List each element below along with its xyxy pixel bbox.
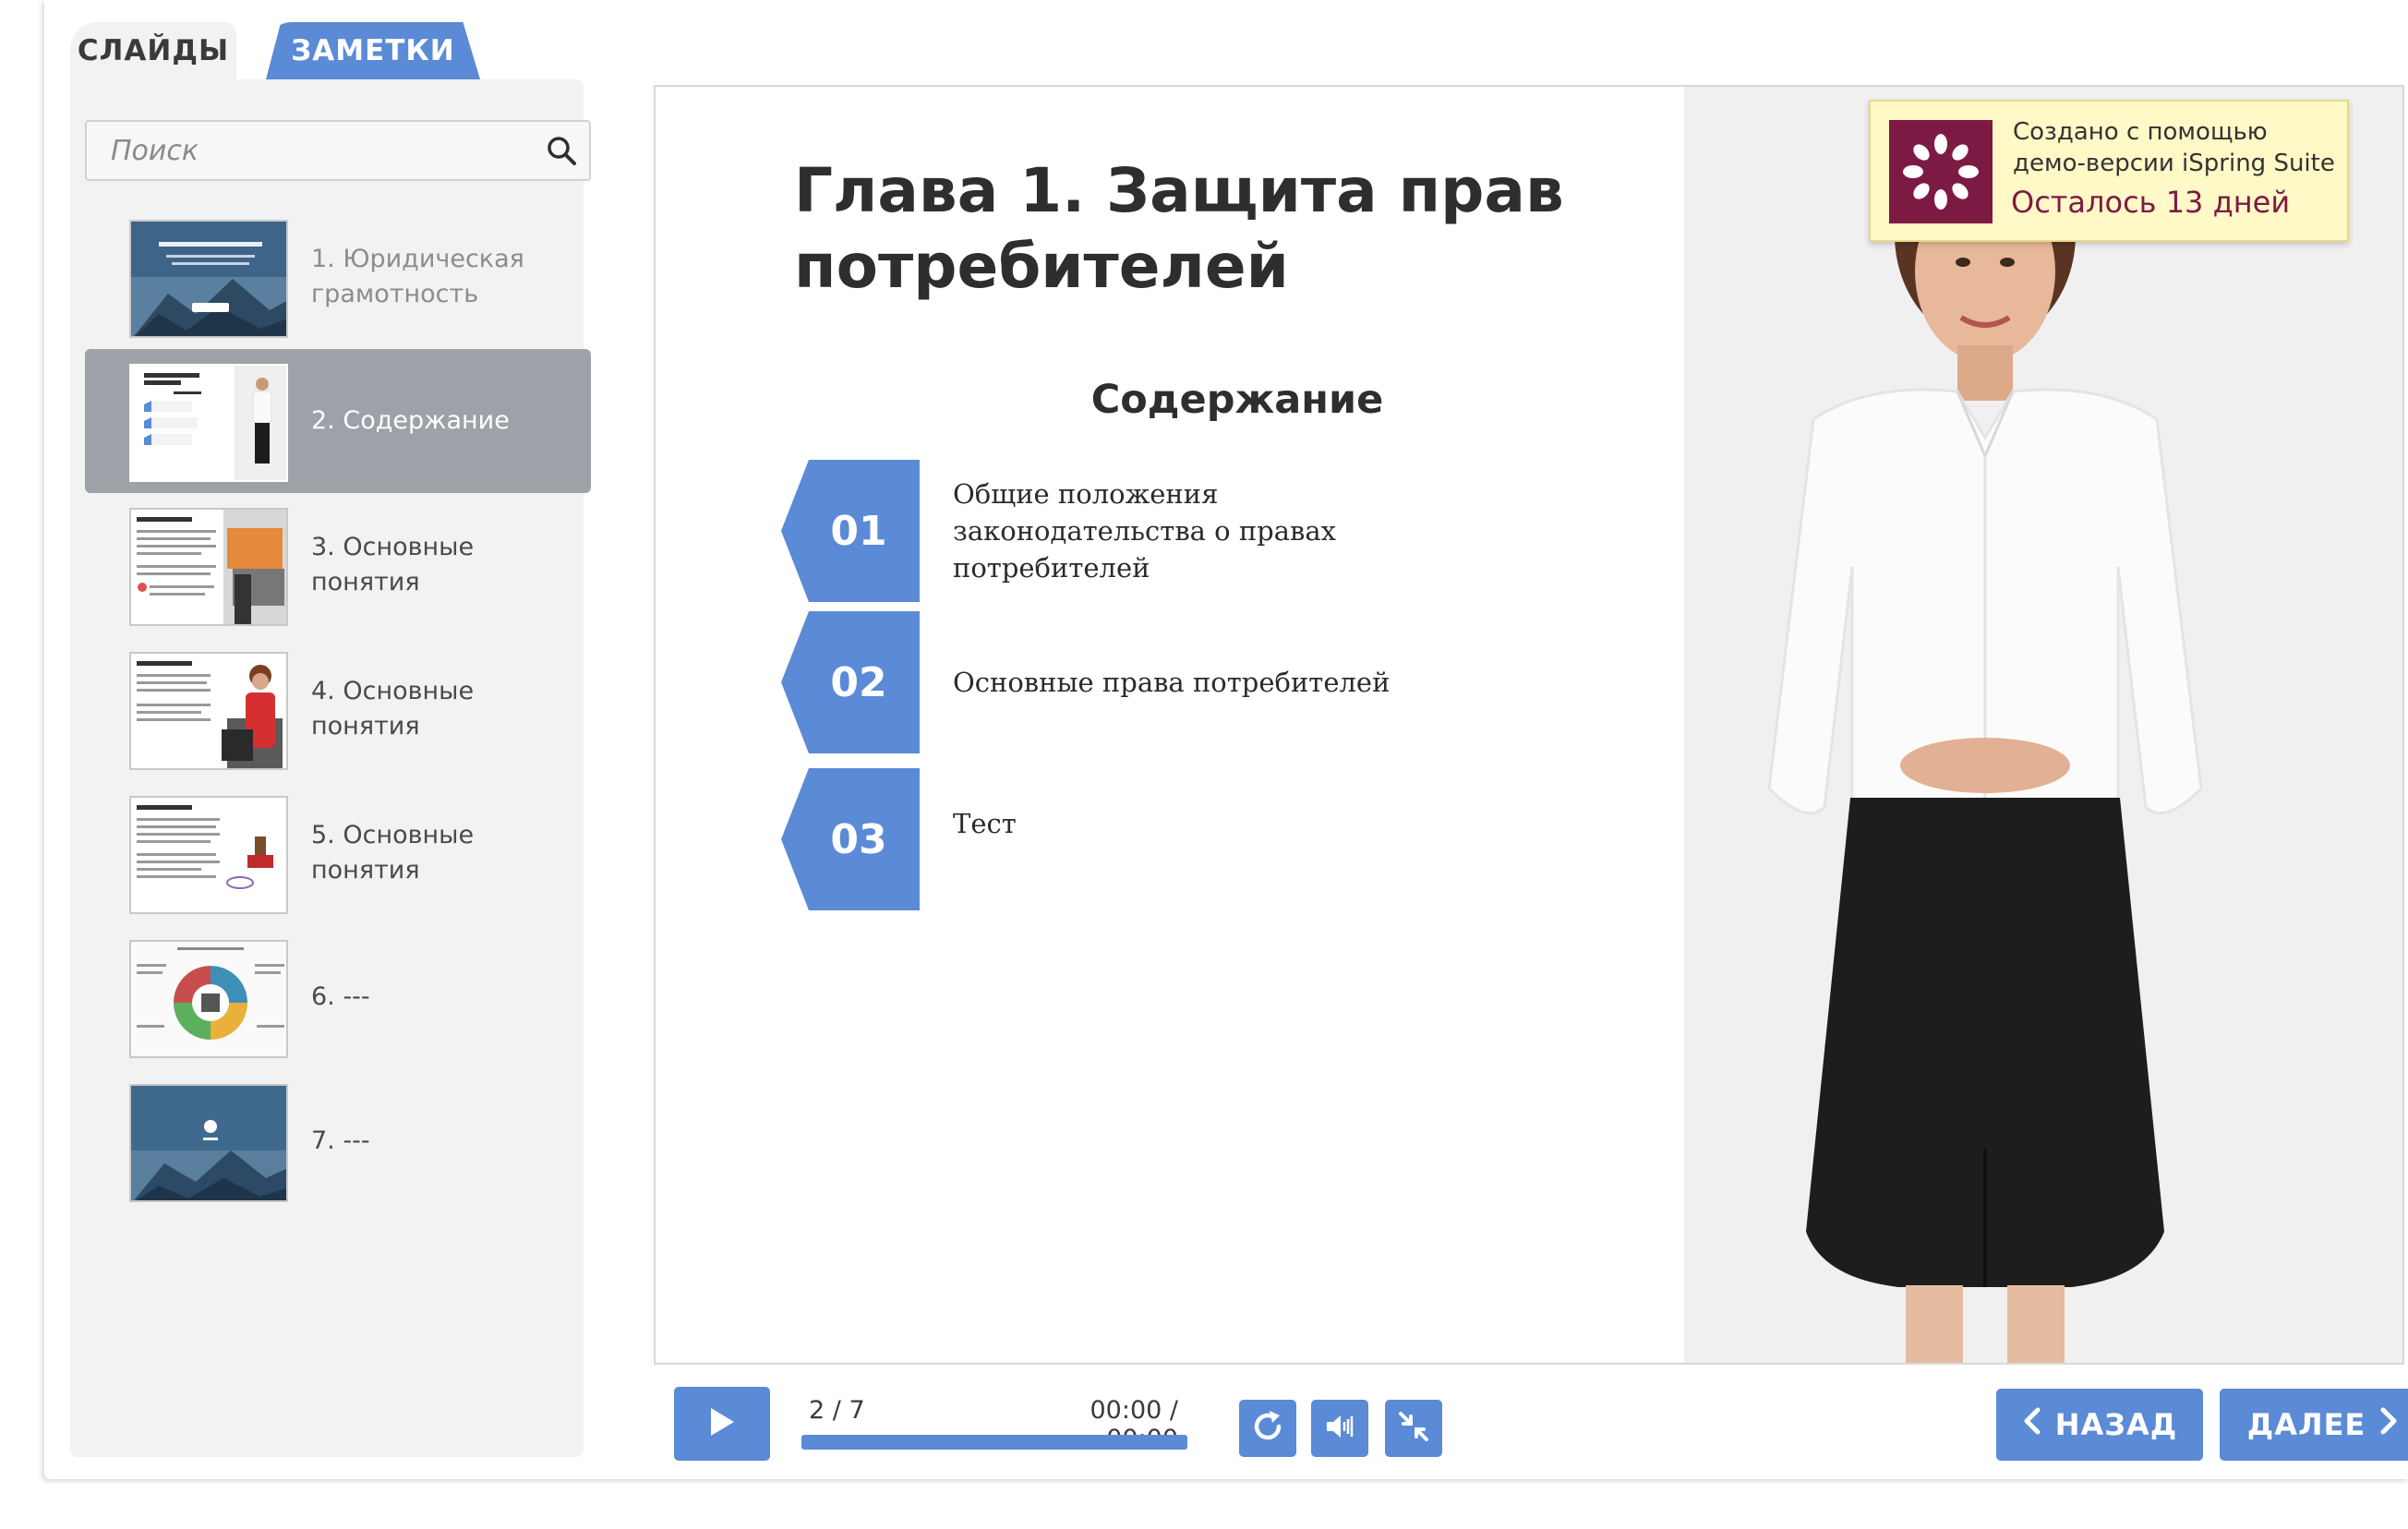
toc-item-number: 03: [781, 768, 920, 910]
next-button-label: ДАЛЕЕ: [2246, 1407, 2366, 1442]
chevron-left-icon: [2022, 1406, 2042, 1443]
play-icon: [708, 1406, 736, 1441]
slide-counter: 2 / 7: [809, 1396, 865, 1425]
slide-thumbnail: [129, 1084, 288, 1202]
watermark-text: демо-версии iSpring Suite: [2013, 150, 2335, 177]
slide-thumbnail: [129, 652, 288, 770]
replay-button[interactable]: [1239, 1400, 1296, 1457]
volume-icon: [1323, 1410, 1356, 1447]
demo-watermark: Создано с помощью демо-версии iSpring Su…: [1869, 100, 2349, 242]
next-button[interactable]: ДАЛЕЕ: [2220, 1389, 2408, 1461]
search-input[interactable]: [87, 134, 534, 167]
progress-fill: [801, 1435, 1187, 1450]
search-icon[interactable]: [534, 135, 589, 166]
sidebar: 1. Юридическая грамотность: [70, 79, 591, 1457]
volume-button[interactable]: [1311, 1400, 1368, 1457]
slide-label: 4. Основные понятия: [311, 677, 475, 740]
slide-thumbnail: [129, 220, 288, 338]
watermark-text: Создано с помощью: [2013, 118, 2268, 146]
slide-list-item[interactable]: 4. Основные понятия: [85, 637, 591, 781]
tab-notes[interactable]: ЗАМЕТКИ: [266, 22, 480, 79]
slide-label: 7. ---: [311, 1126, 370, 1155]
slide-list-item[interactable]: 7. ---: [85, 1069, 591, 1213]
slide-label: 2. Содержание: [311, 406, 510, 435]
slide-list-item[interactable]: 3. Основные понятия: [85, 493, 591, 637]
slide-thumbnail: [129, 364, 288, 482]
slide-list-item[interactable]: 1. Юридическая грамотность: [85, 205, 591, 349]
player-window: СЛАЙДЫ ЗАМЕТКИ 1.: [44, 0, 2408, 1479]
slide-label: 1. Юридическая грамотность: [311, 245, 524, 308]
play-button[interactable]: [674, 1387, 770, 1461]
slide-list-item[interactable]: 5. Основные понятия: [85, 781, 591, 925]
presenter-photo: [1684, 87, 2402, 1363]
ispring-logo-icon: [1889, 120, 1993, 223]
back-button[interactable]: НАЗАД: [1996, 1389, 2203, 1461]
slide-thumbnail: [129, 796, 288, 914]
slide-list-item-active[interactable]: 2. Содержание: [85, 349, 591, 493]
search-box: [85, 120, 591, 181]
slide-label: 3. Основные понятия: [311, 533, 475, 596]
toc-item-text: Основные права потребителей: [920, 611, 1571, 753]
chevron-right-icon: [2378, 1406, 2399, 1443]
toc-item-number: 01: [781, 460, 920, 602]
replay-icon: [1249, 1408, 1286, 1449]
toc-item-text: Общие положения законодательства о права…: [920, 460, 1529, 602]
exit-fullscreen-button[interactable]: [1385, 1400, 1442, 1457]
slide-thumbnail: [129, 508, 288, 626]
slide-label: 5. Основные понятия: [311, 821, 475, 885]
watermark-days-left: Осталось 13 дней: [2011, 185, 2291, 220]
tab-slides[interactable]: СЛАЙДЫ: [70, 22, 236, 79]
slide-list-item[interactable]: 6. ---: [85, 925, 591, 1069]
slide-thumbnail: [129, 940, 288, 1058]
contents-heading: Содержание: [1090, 377, 1384, 423]
slide-label: 6. ---: [311, 982, 370, 1011]
toc-item-text: Тест: [920, 768, 1529, 910]
back-button-label: НАЗАД: [2054, 1407, 2178, 1442]
toc-item-number: 02: [781, 611, 920, 753]
exit-fullscreen-icon: [1396, 1409, 1431, 1448]
progress-bar[interactable]: [801, 1435, 1187, 1450]
slide-title: Глава 1. Защита прав потребителей: [794, 155, 1564, 302]
slide-stage: Глава 1. Защита прав потребителей Содерж…: [654, 85, 2404, 1365]
